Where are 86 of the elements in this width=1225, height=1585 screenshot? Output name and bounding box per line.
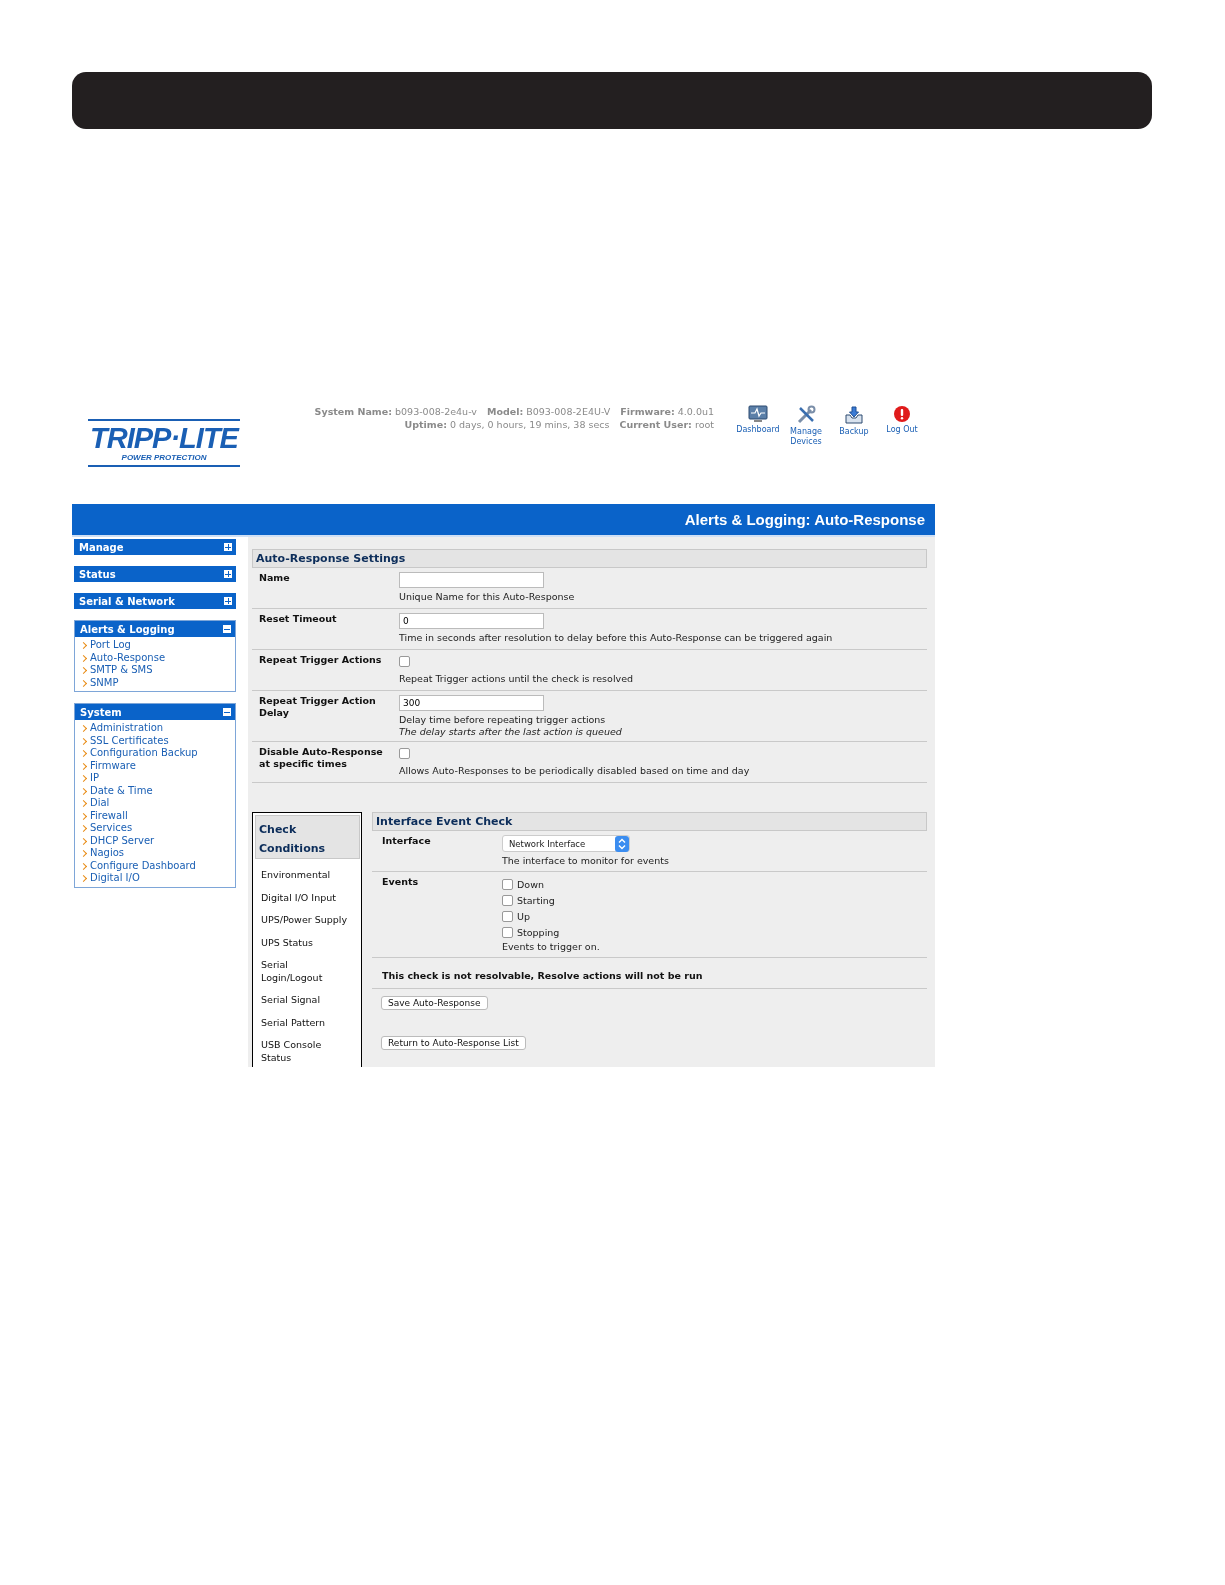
help-text: Time in seconds after resolution to delay before this Auto-Response can be triggered again bbox=[399, 631, 834, 644]
field-label: Interface bbox=[381, 835, 432, 848]
sidebar-section-header[interactable]: Status bbox=[74, 566, 236, 582]
help-note: The delay starts after the last action is queued bbox=[399, 726, 623, 738]
help-text: The interface to monitor for events bbox=[502, 854, 670, 867]
sidebar-link[interactable]: Dial bbox=[79, 797, 235, 810]
sidebar-link[interactable]: Auto-Response bbox=[79, 651, 235, 664]
help-text: Repeat Trigger actions until the check is resolved bbox=[399, 672, 634, 685]
panel-title: Check Conditions bbox=[259, 823, 326, 855]
sidebar-link[interactable]: Administration bbox=[79, 722, 235, 735]
check-condition-link[interactable]: UPS/Power Supply bbox=[255, 914, 360, 927]
sidebar-link[interactable]: Port Log bbox=[79, 639, 235, 652]
sidebar-link[interactable]: SSL Certificates bbox=[79, 734, 235, 747]
toolbar-button[interactable]: Backup bbox=[834, 405, 874, 447]
sidebar-link[interactable]: Services bbox=[79, 822, 235, 835]
page-title: Alerts & Logging: Auto-Response bbox=[684, 511, 925, 528]
checkbox-label: Starting bbox=[517, 894, 555, 906]
notice-text: This check is not resolvable, Resolve actions will not be run bbox=[382, 970, 703, 981]
check-condition-link[interactable]: Serial Signal bbox=[255, 994, 360, 1007]
toolbar-button[interactable]: Dashboard bbox=[738, 405, 778, 447]
power-icon bbox=[893, 405, 911, 423]
toolbar-button[interactable]: Log Out bbox=[882, 405, 922, 447]
collapse-icon[interactable] bbox=[223, 708, 231, 716]
check-condition-link[interactable]: USB Console Status bbox=[255, 1039, 360, 1064]
checkbox[interactable] bbox=[399, 748, 410, 759]
checkbox-label: Stopping bbox=[517, 926, 560, 938]
system-info-text: Current User: root bbox=[619, 418, 714, 431]
sidebar-link[interactable]: Configuration Backup bbox=[79, 747, 235, 760]
checkbox[interactable] bbox=[502, 894, 513, 906]
text-field[interactable] bbox=[399, 572, 544, 588]
sidebar-section-header[interactable]: Serial & Network bbox=[74, 593, 236, 609]
text-field[interactable]: 300 bbox=[399, 695, 544, 711]
action-button[interactable]: Save Auto-Response bbox=[381, 996, 488, 1010]
system-info-text: Model: B093-008-2E4U-V bbox=[486, 405, 611, 418]
sidebar-section-header[interactable]: System bbox=[75, 704, 235, 720]
sidebar-section-header[interactable]: Alerts & Logging bbox=[75, 621, 235, 637]
checkbox-label: Up bbox=[517, 910, 530, 922]
sidebar-link[interactable]: Nagios bbox=[79, 847, 235, 860]
tools-icon bbox=[796, 405, 816, 425]
sidebar-link[interactable]: Date & Time bbox=[79, 784, 235, 797]
expand-icon[interactable] bbox=[224, 597, 232, 605]
expand-icon[interactable] bbox=[224, 543, 232, 551]
expand-icon[interactable] bbox=[224, 570, 232, 578]
sidebar-link[interactable]: IP bbox=[79, 772, 235, 785]
checkbox[interactable] bbox=[399, 656, 410, 667]
system-info-text: Uptime: 0 days, 0 hours, 19 mins, 38 secs bbox=[404, 418, 610, 431]
system-info-text: Firmware: 4.0.0u1 bbox=[620, 405, 714, 418]
sidebar-section-header[interactable]: Manage bbox=[74, 539, 236, 555]
help-text: Unique Name for this Auto-Response bbox=[399, 590, 576, 603]
help-text: Delay time before repeating trigger actions bbox=[399, 713, 607, 726]
help-text: Events to trigger on. bbox=[502, 940, 601, 953]
sidebar-link[interactable]: DHCP Server bbox=[79, 834, 235, 847]
checkbox[interactable] bbox=[502, 910, 513, 922]
interface-dropdown[interactable]: Network Interface bbox=[502, 835, 630, 852]
section-title: Auto-Response Settings bbox=[256, 552, 406, 565]
help-text: Allows Auto-Responses to be periodically disabled based on time and day bbox=[399, 764, 751, 777]
text-field[interactable]: 0 bbox=[399, 613, 544, 629]
toolbar-button[interactable]: Manage Devices bbox=[786, 405, 826, 447]
collapse-icon[interactable] bbox=[223, 625, 231, 633]
checkbox-label: Down bbox=[517, 878, 544, 890]
checkbox[interactable] bbox=[502, 878, 513, 890]
check-condition-link[interactable]: Serial Pattern bbox=[255, 1016, 360, 1029]
backup-icon bbox=[844, 405, 864, 425]
check-condition-link[interactable]: Environmental bbox=[255, 869, 360, 882]
field-label: Events bbox=[381, 876, 420, 889]
field-label: Reset Timeout bbox=[258, 613, 338, 626]
monitor-icon bbox=[748, 405, 768, 423]
sidebar-link[interactable]: Firewall bbox=[79, 809, 235, 822]
field-label: Disable Auto-Response at specific times bbox=[258, 746, 384, 771]
action-button[interactable]: Return to Auto-Response List bbox=[381, 1036, 526, 1050]
sidebar-link[interactable]: SNMP bbox=[79, 676, 235, 689]
field-label: Repeat Trigger Action Delay bbox=[258, 695, 377, 720]
check-condition-link[interactable]: Digital I/O Input bbox=[255, 891, 360, 904]
system-info-text: System Name: b093-008-2e4u-v bbox=[314, 405, 477, 418]
check-condition-link[interactable]: Serial Login/Logout bbox=[255, 959, 360, 984]
dropdown-arrows-icon bbox=[615, 835, 629, 852]
field-label: Repeat Trigger Actions bbox=[258, 654, 383, 667]
check-condition-link[interactable]: UPS Status bbox=[255, 936, 360, 949]
sidebar-link[interactable]: SMTP & SMS bbox=[79, 664, 235, 677]
field-label: Name bbox=[258, 572, 291, 585]
sidebar-link[interactable]: Configure Dashboard bbox=[79, 859, 235, 872]
sidebar-link[interactable]: Digital I/O bbox=[79, 872, 235, 885]
sidebar-link[interactable]: Firmware bbox=[79, 759, 235, 772]
checkbox[interactable] bbox=[502, 926, 513, 938]
logo: TRIPP·LITE POWER PROTECTION bbox=[88, 419, 240, 467]
section-title: Interface Event Check bbox=[376, 815, 513, 828]
